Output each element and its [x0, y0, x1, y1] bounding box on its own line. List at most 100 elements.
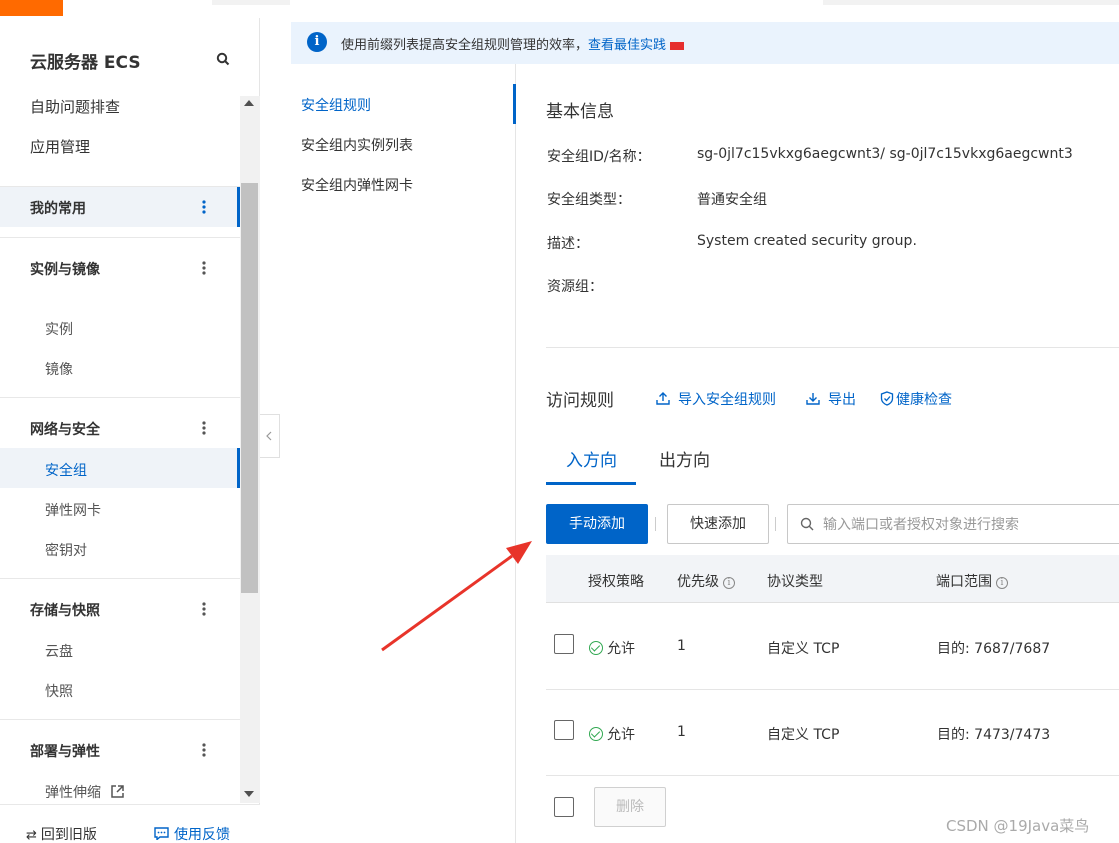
tab-inbound[interactable]: 入方向: [566, 446, 617, 471]
group-label: 我的常用: [30, 201, 86, 217]
select-all-checkbox[interactable]: [554, 797, 574, 817]
back-to-old-button[interactable]: ⇄ 回到旧版: [26, 824, 97, 843]
notice-message: 使用前缀列表提高安全组规则管理的效率，: [341, 38, 589, 53]
policy-label: 允许: [607, 641, 635, 657]
group-favorites[interactable]: 我的常用: [0, 187, 240, 227]
sidebar-item-troubleshoot[interactable]: 自助问题排查: [30, 96, 120, 117]
info-key-resource-group: 资源组：: [547, 279, 603, 295]
divider: [0, 397, 240, 398]
column-protocol: 协议类型: [767, 574, 823, 590]
access-rules-title: 访问规则: [546, 391, 614, 411]
divider: [0, 578, 240, 579]
group-label: 部署与弹性: [30, 744, 100, 760]
info-icon[interactable]: i: [996, 577, 1008, 589]
subnav-eni-list[interactable]: 安全组内弹性网卡: [301, 175, 413, 195]
more-icon[interactable]: [196, 599, 212, 619]
notice-text: 使用前缀列表提高安全组规则管理的效率，查看最佳实践: [341, 34, 685, 53]
column-policy: 授权策略: [588, 574, 644, 590]
health-check-button[interactable]: 健康检查: [880, 389, 952, 409]
info-value-type: 普通安全组: [697, 192, 767, 208]
sidebar-item-snapshots[interactable]: 快照: [45, 681, 73, 701]
group-label: 实例与镜像: [30, 262, 100, 278]
export-button[interactable]: 导出: [806, 389, 856, 409]
subnav-instance-list[interactable]: 安全组内实例列表: [301, 135, 413, 155]
sidebar-item-autoscaling[interactable]: 弹性伸缩: [45, 782, 125, 801]
scrollbar-thumb[interactable]: [241, 183, 258, 593]
search-icon: [800, 517, 814, 531]
sidebar-item-security-group[interactable]: 安全组: [45, 460, 87, 480]
external-link-icon: [111, 785, 125, 798]
sidebar-item-disks[interactable]: 云盘: [45, 641, 73, 661]
switch-icon: ⇄: [26, 828, 37, 843]
policy-label: 允许: [607, 727, 635, 743]
import-rules-button[interactable]: 导入安全组规则: [656, 389, 776, 409]
sidebar-collapse-button[interactable]: [260, 414, 280, 458]
add-quick-button[interactable]: 快速添加: [667, 504, 769, 544]
new-badge-icon: [670, 41, 685, 50]
add-manual-button[interactable]: 手动添加: [546, 504, 648, 544]
row-checkbox[interactable]: [554, 720, 574, 740]
best-practice-link[interactable]: 查看最佳实践: [588, 38, 666, 53]
search-icon[interactable]: [216, 52, 230, 66]
import-label: 导入安全组规则: [678, 392, 776, 408]
top-search[interactable]: [823, 0, 1119, 5]
sidebar-item-label: 弹性伸缩: [45, 785, 101, 801]
sidebar-footer: ⇄ 回到旧版 使用反馈: [0, 804, 260, 843]
info-value-id: sg-0jl7c15vkxg6aegcwnt3/ sg-0jl7c15vkxg6…: [697, 146, 1073, 162]
top-nav-item[interactable]: [212, 0, 290, 5]
priority-cell: 1: [677, 638, 686, 654]
health-check-label: 健康检查: [896, 392, 952, 408]
search-input[interactable]: [823, 514, 1113, 536]
shield-check-icon: [880, 391, 894, 406]
tab-outbound[interactable]: 出方向: [659, 446, 710, 471]
delete-button[interactable]: 删除: [594, 787, 666, 827]
info-value-description: System created security group.: [697, 233, 917, 249]
more-icon[interactable]: [196, 258, 212, 278]
table-row: 允许 1 自定义 TCP 目的: 7473/7473: [546, 690, 1119, 776]
info-key-description: 描述：: [547, 236, 589, 252]
feedback-button[interactable]: 使用反馈: [154, 824, 230, 843]
more-icon[interactable]: [196, 197, 212, 217]
sidebar: 云服务器 ECS 自助问题排查 应用管理 我的常用 实例与镜像 实例 镜像 网络…: [0, 18, 260, 843]
info-key-id: 安全组ID/名称：: [547, 149, 651, 165]
sidebar-item-eni[interactable]: 弹性网卡: [45, 500, 101, 520]
column-priority: 优先级 i: [677, 571, 735, 591]
port-cell: 目的: 7687/7687: [937, 641, 1051, 657]
watermark: CSDN @19Java菜鸟: [946, 817, 1090, 835]
group-network-security[interactable]: 网络与安全: [0, 408, 240, 448]
policy-cell: 允许: [589, 724, 635, 744]
separator: [655, 517, 656, 531]
scroll-down-icon[interactable]: [244, 791, 254, 797]
chat-icon: [154, 827, 169, 841]
row-checkbox[interactable]: [554, 634, 574, 654]
check-circle-icon: [589, 641, 603, 655]
column-port: 端口范围 i: [936, 571, 1008, 591]
column-label: 优先级: [677, 574, 719, 590]
subnav-security-rules[interactable]: 安全组规则: [301, 95, 371, 115]
sidebar-item-instances[interactable]: 实例: [45, 319, 73, 339]
sidebar-item-images[interactable]: 镜像: [45, 359, 73, 379]
scroll-up-icon[interactable]: [244, 100, 254, 106]
brand-logo[interactable]: [0, 0, 63, 16]
export-label: 导出: [828, 392, 856, 408]
sidebar-item-app-management[interactable]: 应用管理: [30, 136, 90, 157]
sidebar-item-keypair[interactable]: 密钥对: [45, 540, 87, 560]
more-icon[interactable]: [196, 418, 212, 438]
separator: [775, 517, 776, 531]
protocol-cell: 自定义 TCP: [767, 641, 840, 657]
group-deploy-elastic[interactable]: 部署与弹性: [0, 730, 240, 770]
check-circle-icon: [589, 727, 603, 741]
subnav-divider: [515, 64, 516, 843]
rule-search[interactable]: [787, 504, 1119, 544]
table-header: 授权策略 优先级 i 协议类型 端口范围 i: [546, 555, 1119, 603]
priority-cell: 1: [677, 724, 686, 740]
group-instances-images[interactable]: 实例与镜像: [0, 248, 240, 288]
more-icon[interactable]: [196, 740, 212, 760]
active-tab-indicator: [546, 482, 636, 485]
chevron-left-icon: [266, 431, 272, 441]
group-storage-snapshots[interactable]: 存储与快照: [0, 589, 240, 629]
group-label: 存储与快照: [30, 603, 100, 619]
section-divider: [546, 347, 1119, 348]
info-icon[interactable]: i: [723, 577, 735, 589]
upload-icon: [656, 392, 670, 405]
